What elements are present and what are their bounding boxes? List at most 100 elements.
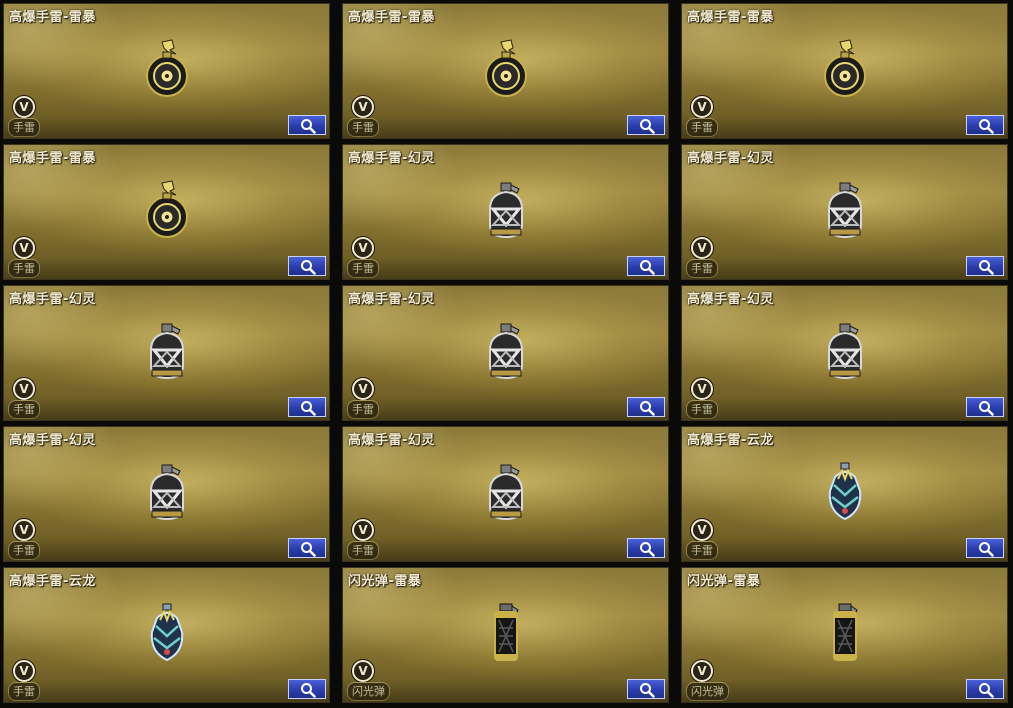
thunder-grenade-icon xyxy=(142,179,192,241)
item-card[interactable]: 高爆手雷-幻灵 V 手雷 xyxy=(342,426,669,562)
vip-badge: V xyxy=(691,378,713,400)
magnifier-icon xyxy=(301,260,316,275)
item-name: 高爆手雷-幻灵 xyxy=(9,292,96,307)
item-card[interactable]: 闪光弹-雷暴 V 闪光弹 xyxy=(342,567,669,703)
item-type-badge: 手雷 xyxy=(686,259,718,278)
item-name: 高爆手雷-雷暴 xyxy=(687,10,774,25)
search-button[interactable] xyxy=(627,256,665,276)
item-type-badge: 手雷 xyxy=(8,259,40,278)
search-button[interactable] xyxy=(966,679,1004,699)
magnifier-icon xyxy=(979,542,994,557)
search-button[interactable] xyxy=(966,397,1004,417)
item-name: 高爆手雷-幻灵 xyxy=(687,292,774,307)
search-button[interactable] xyxy=(288,679,326,699)
magnifier-icon xyxy=(301,401,316,416)
item-card[interactable]: 高爆手雷-云龙 V 手雷 xyxy=(681,426,1008,562)
phantom-grenade-icon xyxy=(481,461,531,523)
vip-badge: V xyxy=(13,519,35,541)
vip-badge: V xyxy=(13,378,35,400)
item-type-badge: 手雷 xyxy=(8,400,40,419)
vip-badge: V xyxy=(352,660,374,682)
vip-badge: V xyxy=(352,519,374,541)
phantom-grenade-icon xyxy=(481,320,531,382)
magnifier-icon xyxy=(979,119,994,134)
search-button[interactable] xyxy=(288,397,326,417)
item-type-badge: 手雷 xyxy=(8,118,40,137)
search-button[interactable] xyxy=(627,397,665,417)
item-name: 高爆手雷-雷暴 xyxy=(9,10,96,25)
item-name: 高爆手雷-幻灵 xyxy=(348,292,435,307)
vip-badge: V xyxy=(691,660,713,682)
item-name: 高爆手雷-幻灵 xyxy=(348,151,435,166)
phantom-grenade-icon xyxy=(142,320,192,382)
item-type-badge: 手雷 xyxy=(8,541,40,560)
vip-badge: V xyxy=(13,237,35,259)
item-card[interactable]: 高爆手雷-幻灵 V 手雷 xyxy=(3,285,330,421)
thunder-grenade-icon xyxy=(481,38,531,100)
item-type-badge: 手雷 xyxy=(686,400,718,419)
item-type-badge: 手雷 xyxy=(347,118,379,137)
vip-badge: V xyxy=(13,96,35,118)
item-card[interactable]: 高爆手雷-雷暴 V 手雷 xyxy=(3,144,330,280)
search-button[interactable] xyxy=(966,538,1004,558)
phantom-grenade-icon xyxy=(481,179,531,241)
item-grid: 高爆手雷-雷暴 V 手雷 高爆手雷-雷暴 V 手雷 高爆手雷-雷暴 V 手雷 高… xyxy=(0,0,1013,708)
item-card[interactable]: 高爆手雷-幻灵 V 手雷 xyxy=(342,285,669,421)
search-button[interactable] xyxy=(288,538,326,558)
search-button[interactable] xyxy=(288,115,326,135)
item-type-badge: 手雷 xyxy=(686,118,718,137)
vip-badge: V xyxy=(691,237,713,259)
item-card[interactable]: 高爆手雷-云龙 V 手雷 xyxy=(3,567,330,703)
search-button[interactable] xyxy=(288,256,326,276)
item-type-badge: 闪光弹 xyxy=(347,682,390,701)
item-card[interactable]: 闪光弹-雷暴 V 闪光弹 xyxy=(681,567,1008,703)
item-type-badge: 手雷 xyxy=(347,400,379,419)
magnifier-icon xyxy=(640,260,655,275)
item-name: 闪光弹-雷暴 xyxy=(687,574,761,589)
item-name: 高爆手雷-雷暴 xyxy=(348,10,435,25)
magnifier-icon xyxy=(979,260,994,275)
phantom-grenade-icon xyxy=(820,179,870,241)
item-card[interactable]: 高爆手雷-幻灵 V 手雷 xyxy=(681,285,1008,421)
magnifier-icon xyxy=(640,401,655,416)
magnifier-icon xyxy=(640,119,655,134)
magnifier-icon xyxy=(301,542,316,557)
dragon-grenade-icon xyxy=(820,461,870,523)
vip-badge: V xyxy=(691,96,713,118)
item-type-badge: 手雷 xyxy=(347,259,379,278)
item-type-badge: 手雷 xyxy=(347,541,379,560)
thunder-grenade-icon xyxy=(142,38,192,100)
magnifier-icon xyxy=(301,683,316,698)
item-card[interactable]: 高爆手雷-雷暴 V 手雷 xyxy=(681,3,1008,139)
item-name: 高爆手雷-雷暴 xyxy=(9,151,96,166)
phantom-grenade-icon xyxy=(820,320,870,382)
vip-badge: V xyxy=(352,378,374,400)
search-button[interactable] xyxy=(627,679,665,699)
thunder-flashbang-icon xyxy=(481,602,531,664)
item-name: 高爆手雷-幻灵 xyxy=(348,433,435,448)
item-card[interactable]: 高爆手雷-雷暴 V 手雷 xyxy=(3,3,330,139)
item-type-badge: 手雷 xyxy=(8,682,40,701)
item-card[interactable]: 高爆手雷-幻灵 V 手雷 xyxy=(681,144,1008,280)
thunder-grenade-icon xyxy=(820,38,870,100)
item-card[interactable]: 高爆手雷-幻灵 V 手雷 xyxy=(342,144,669,280)
item-type-badge: 手雷 xyxy=(686,541,718,560)
magnifier-icon xyxy=(979,401,994,416)
search-button[interactable] xyxy=(966,256,1004,276)
item-name: 高爆手雷-云龙 xyxy=(9,574,96,589)
item-type-badge: 闪光弹 xyxy=(686,682,729,701)
magnifier-icon xyxy=(979,683,994,698)
item-card[interactable]: 高爆手雷-雷暴 V 手雷 xyxy=(342,3,669,139)
search-button[interactable] xyxy=(966,115,1004,135)
vip-badge: V xyxy=(352,96,374,118)
vip-badge: V xyxy=(352,237,374,259)
vip-badge: V xyxy=(13,660,35,682)
magnifier-icon xyxy=(640,683,655,698)
magnifier-icon xyxy=(640,542,655,557)
item-card[interactable]: 高爆手雷-幻灵 V 手雷 xyxy=(3,426,330,562)
search-button[interactable] xyxy=(627,115,665,135)
search-button[interactable] xyxy=(627,538,665,558)
magnifier-icon xyxy=(301,119,316,134)
dragon-grenade-icon xyxy=(142,602,192,664)
item-name: 高爆手雷-幻灵 xyxy=(687,151,774,166)
